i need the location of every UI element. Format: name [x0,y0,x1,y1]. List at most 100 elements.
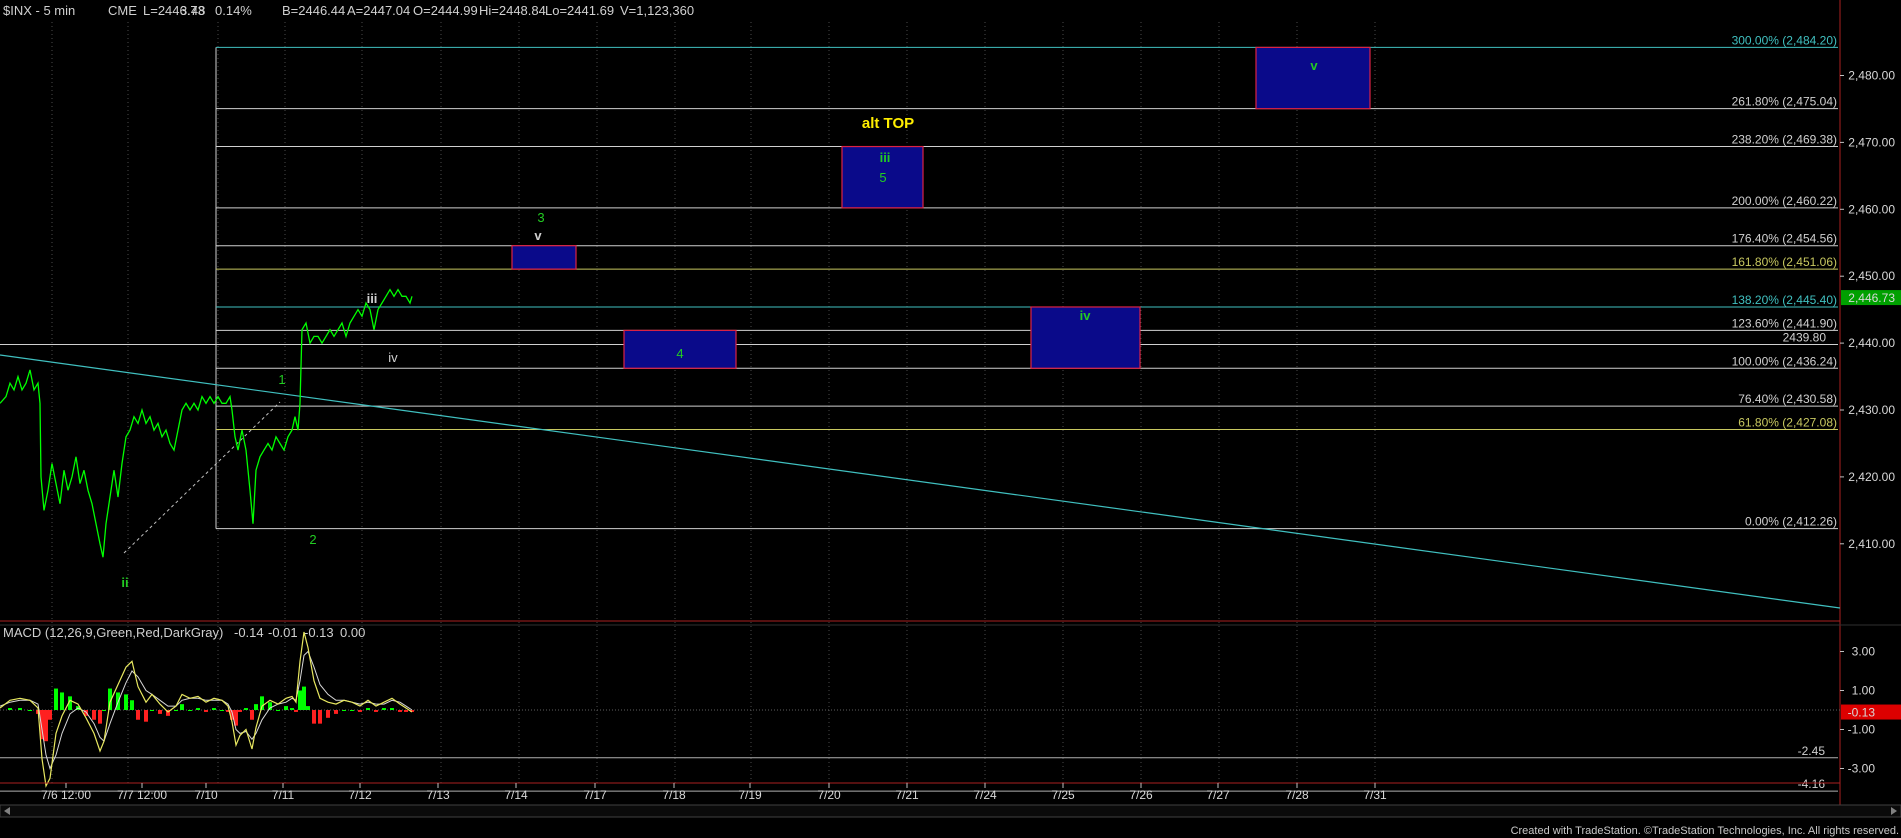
macd-histogram-bar [150,710,154,711]
macd-histogram-bar [98,710,102,724]
wave-label: ii [121,575,128,590]
macd-histogram-bar [350,710,354,711]
macd-histogram-bar [290,708,294,710]
price-tick-label: 2,440.00 [1848,336,1895,350]
wave-label: 1 [278,372,285,387]
macd-histogram-bar [238,710,242,712]
price-tick-label: 2,480.00 [1848,69,1895,83]
macd-histogram-bar [284,706,288,710]
macd-value: -0.13 [304,625,334,640]
alt-top-annotation: alt TOP [862,115,914,132]
fib-label: 138.20% (2,445.40) [1732,293,1837,307]
horizontal-level-label: 2439.80 [1783,330,1827,344]
macd-histogram-bar [212,708,216,710]
macd-histogram-bar [124,694,128,710]
time-tick-label: 7/25 [1051,788,1075,802]
time-tick-label: 7/13 [426,788,450,802]
macd-histogram-bar [54,688,58,710]
macd-histogram-bar [18,708,22,710]
fib-label: 161.80% (2,451.06) [1732,255,1837,269]
quote-value: 0.14% [215,3,252,18]
time-tick-label: 7/20 [817,788,841,802]
macd-histogram-bar [144,710,148,722]
price-tick-label: 2,470.00 [1848,135,1895,149]
macd-histogram-bar [404,710,408,712]
time-tick-label: 7/27 [1206,788,1230,802]
wave-label: v [534,228,542,243]
macd-histogram-bar [276,710,280,711]
macd-histogram-bar [196,708,200,710]
quote-value: Lo=2441.69 [545,3,614,18]
fib-label: 61.80% (2,427.08) [1738,416,1837,430]
macd-histogram-bar [294,710,298,712]
fib-label: 300.00% (2,484.20) [1732,33,1837,47]
macd-histogram-bar [92,710,96,720]
fib-label: 200.00% (2,460.22) [1732,194,1837,208]
macd-histogram-bar [44,710,48,742]
macd-level-label: -2.45 [1798,744,1826,758]
time-tick-label: 7/14 [504,788,528,802]
macd-histogram-bar [254,704,258,710]
macd-histogram-bar [358,710,362,712]
fib-label: 261.80% (2,475.04) [1732,95,1837,109]
macd-level-label: -4.16 [1798,777,1826,791]
quote-value: V=1,123,360 [620,3,694,18]
horizontal-scrollbar [0,804,1901,818]
macd-tick-label: -3.00 [1848,762,1876,776]
time-tick-label: 7/17 [583,788,607,802]
quote-value: 3.48 [180,3,205,18]
macd-histogram-bar [302,686,306,710]
macd-value: -0.01 [268,625,298,640]
macd-histogram-bar [158,710,162,714]
time-tick-label: 7/10 [194,788,218,802]
macd-value: -0.14 [234,625,264,640]
wave-label: iii [880,150,891,165]
macd-histogram-bar [48,710,52,720]
macd-histogram-bar [398,710,402,712]
wave-label: 5 [879,170,886,185]
macd-histogram-bar [204,710,208,712]
wave-label: 3 [537,210,544,225]
macd-histogram-bar [326,710,330,718]
fib-label: 238.20% (2,469.38) [1732,133,1837,147]
macd-histogram-bar [188,710,192,711]
wave-label: iv [1080,308,1092,323]
time-tick-label: 7/21 [895,788,919,802]
price-tick-label: 2,460.00 [1848,202,1895,216]
target-box [1255,46,1371,110]
wave-label: 2 [309,532,316,547]
quote-value: A=2447.04 [347,3,410,18]
macd-last-label: -0.13 [1848,706,1876,720]
macd-histogram-bar [382,708,386,710]
time-tick-label: 7/12 [348,788,372,802]
macd-histogram-bar [60,692,64,710]
chart-symbol: $INX - 5 min [3,3,75,18]
time-tick-label: 7/18 [662,788,686,802]
macd-histogram-bar [174,710,178,711]
macd-histogram-bar [342,710,346,711]
macd-histogram-bar [306,706,310,710]
time-tick-label: 7/11 [272,788,295,802]
fib-label: 123.60% (2,441.90) [1732,316,1837,330]
target-box [511,245,577,270]
quote-value: B=2446.44 [282,3,345,18]
quote-value: O=2444.99 [413,3,478,18]
fib-label: 0.00% (2,412.26) [1745,515,1837,529]
macd-histogram-bar [220,710,224,711]
time-tick-label: 7/19 [738,788,762,802]
macd-histogram-bar [334,710,338,714]
macd-tick-label: -1.00 [1848,723,1876,737]
macd-histogram-bar [374,710,378,712]
fib-label: 176.40% (2,454.56) [1732,232,1837,246]
time-tick-label: 7/7 12:00 [117,788,167,802]
macd-histogram-bar [312,710,316,724]
macd-value: 0.00 [340,625,365,640]
macd-histogram-bar [244,708,248,710]
macd-histogram-bar [102,710,106,711]
macd-histogram-bar [136,710,140,720]
wave-label: v [1310,58,1318,73]
time-tick-label: 7/24 [973,788,997,802]
macd-histogram-bar [250,710,254,720]
macd-histogram-bar [390,708,394,710]
fib-label: 76.40% (2,430.58) [1738,392,1837,406]
